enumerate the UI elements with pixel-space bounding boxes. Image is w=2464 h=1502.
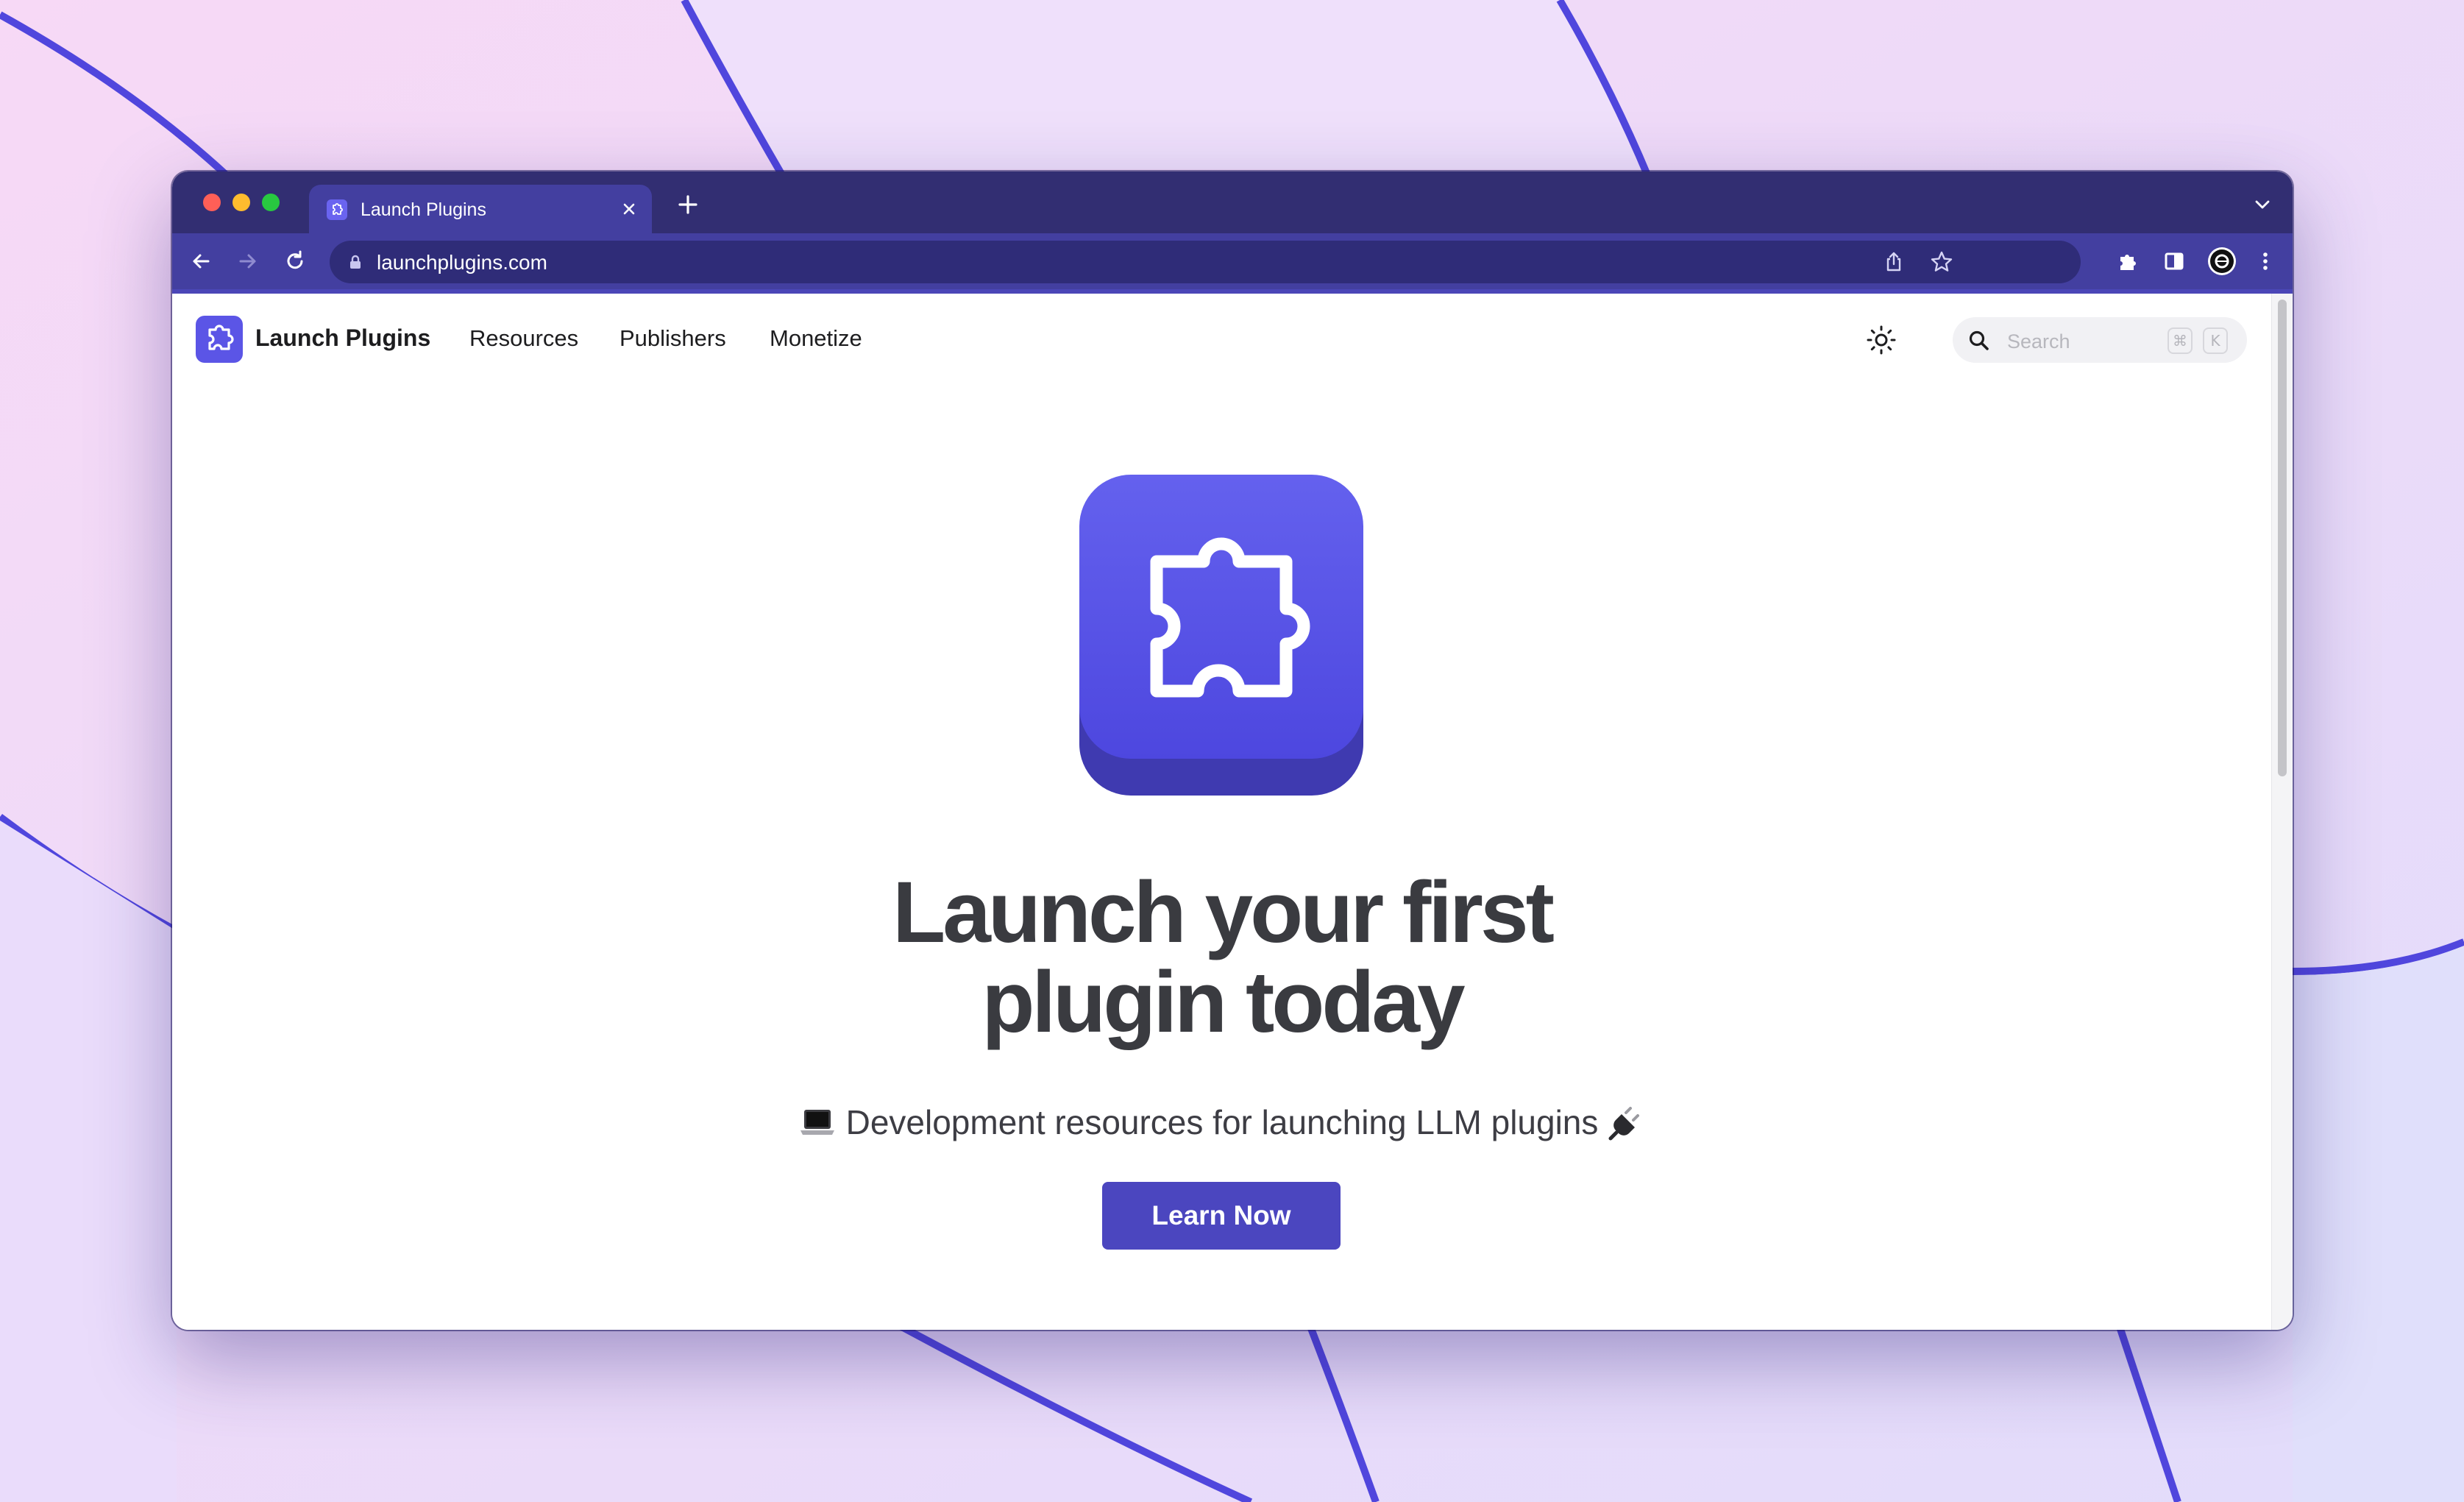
- browser-window: Launch Plugins launchplugins.com Launch …: [172, 171, 2293, 1330]
- back-arrow-icon[interactable]: [188, 249, 213, 274]
- hero-title: Launch your first plugin today: [172, 868, 2272, 1047]
- share-icon[interactable]: [1882, 250, 1906, 274]
- nav-link-resources[interactable]: Resources: [469, 325, 578, 352]
- hero-subtitle-text: Development resources for launching LLM …: [845, 1103, 1599, 1141]
- puzzle-app-icon: [1079, 475, 1363, 796]
- laptop-icon: [800, 1110, 834, 1135]
- nav-link-publishers[interactable]: Publishers: [619, 325, 726, 352]
- nav-link-monetize[interactable]: Monetize: [770, 325, 862, 352]
- minimize-window-button[interactable]: [232, 194, 250, 211]
- close-tab-icon[interactable]: [618, 198, 640, 220]
- hero-subtitle: Development resources for launching LLM …: [172, 1100, 2272, 1144]
- new-tab-plus-icon[interactable]: [677, 194, 699, 216]
- tab-search-chevron-down-icon[interactable]: [2253, 195, 2272, 214]
- site-logo[interactable]: [196, 316, 243, 363]
- site-search-box[interactable]: Search ⌘ K: [1953, 317, 2247, 363]
- sun-theme-toggle-icon[interactable]: [1864, 323, 1898, 357]
- extensions-puzzle-icon[interactable]: [2115, 249, 2140, 274]
- web-page: Launch Plugins Resources Publishers Mone…: [172, 294, 2272, 1330]
- forward-arrow-icon[interactable]: [235, 249, 260, 274]
- tab-strip: Launch Plugins: [172, 171, 2293, 233]
- search-placeholder: Search: [2007, 330, 2070, 353]
- site-brand-name[interactable]: Launch Plugins: [255, 325, 430, 352]
- zoom-window-button[interactable]: [262, 194, 280, 211]
- side-panel-icon[interactable]: [2162, 249, 2187, 274]
- puzzle-logo-icon: [208, 325, 234, 350]
- address-bar[interactable]: launchplugins.com: [330, 241, 2081, 283]
- plug-icon: [1608, 1107, 1640, 1141]
- tab-title: Launch Plugins: [361, 199, 486, 220]
- tab-launch-plugins[interactable]: Launch Plugins: [309, 185, 652, 233]
- reload-icon[interactable]: [283, 249, 308, 274]
- hero-title-line-2: plugin today: [981, 954, 1465, 1051]
- scrollbar-thumb[interactable]: [2278, 300, 2287, 776]
- kbd-k-key: K: [2203, 327, 2228, 354]
- url-text[interactable]: launchplugins.com: [377, 251, 547, 274]
- search-icon: [1969, 330, 1989, 350]
- page-scrollbar[interactable]: [2271, 294, 2293, 1330]
- browser-menu-dots-icon[interactable]: [2253, 249, 2278, 274]
- puzzle-favicon-icon: [327, 199, 347, 220]
- browser-toolbar: launchplugins.com: [172, 233, 2293, 294]
- profile-avatar-icon[interactable]: [2207, 247, 2237, 276]
- hero-title-line-1: Launch your first: [892, 864, 1555, 961]
- lock-icon[interactable]: [347, 254, 363, 270]
- learn-now-button[interactable]: Learn Now: [1102, 1182, 1341, 1250]
- kbd-command-key: ⌘: [2167, 327, 2193, 354]
- bookmark-star-icon[interactable]: [1929, 249, 1954, 274]
- close-window-button[interactable]: [203, 194, 221, 211]
